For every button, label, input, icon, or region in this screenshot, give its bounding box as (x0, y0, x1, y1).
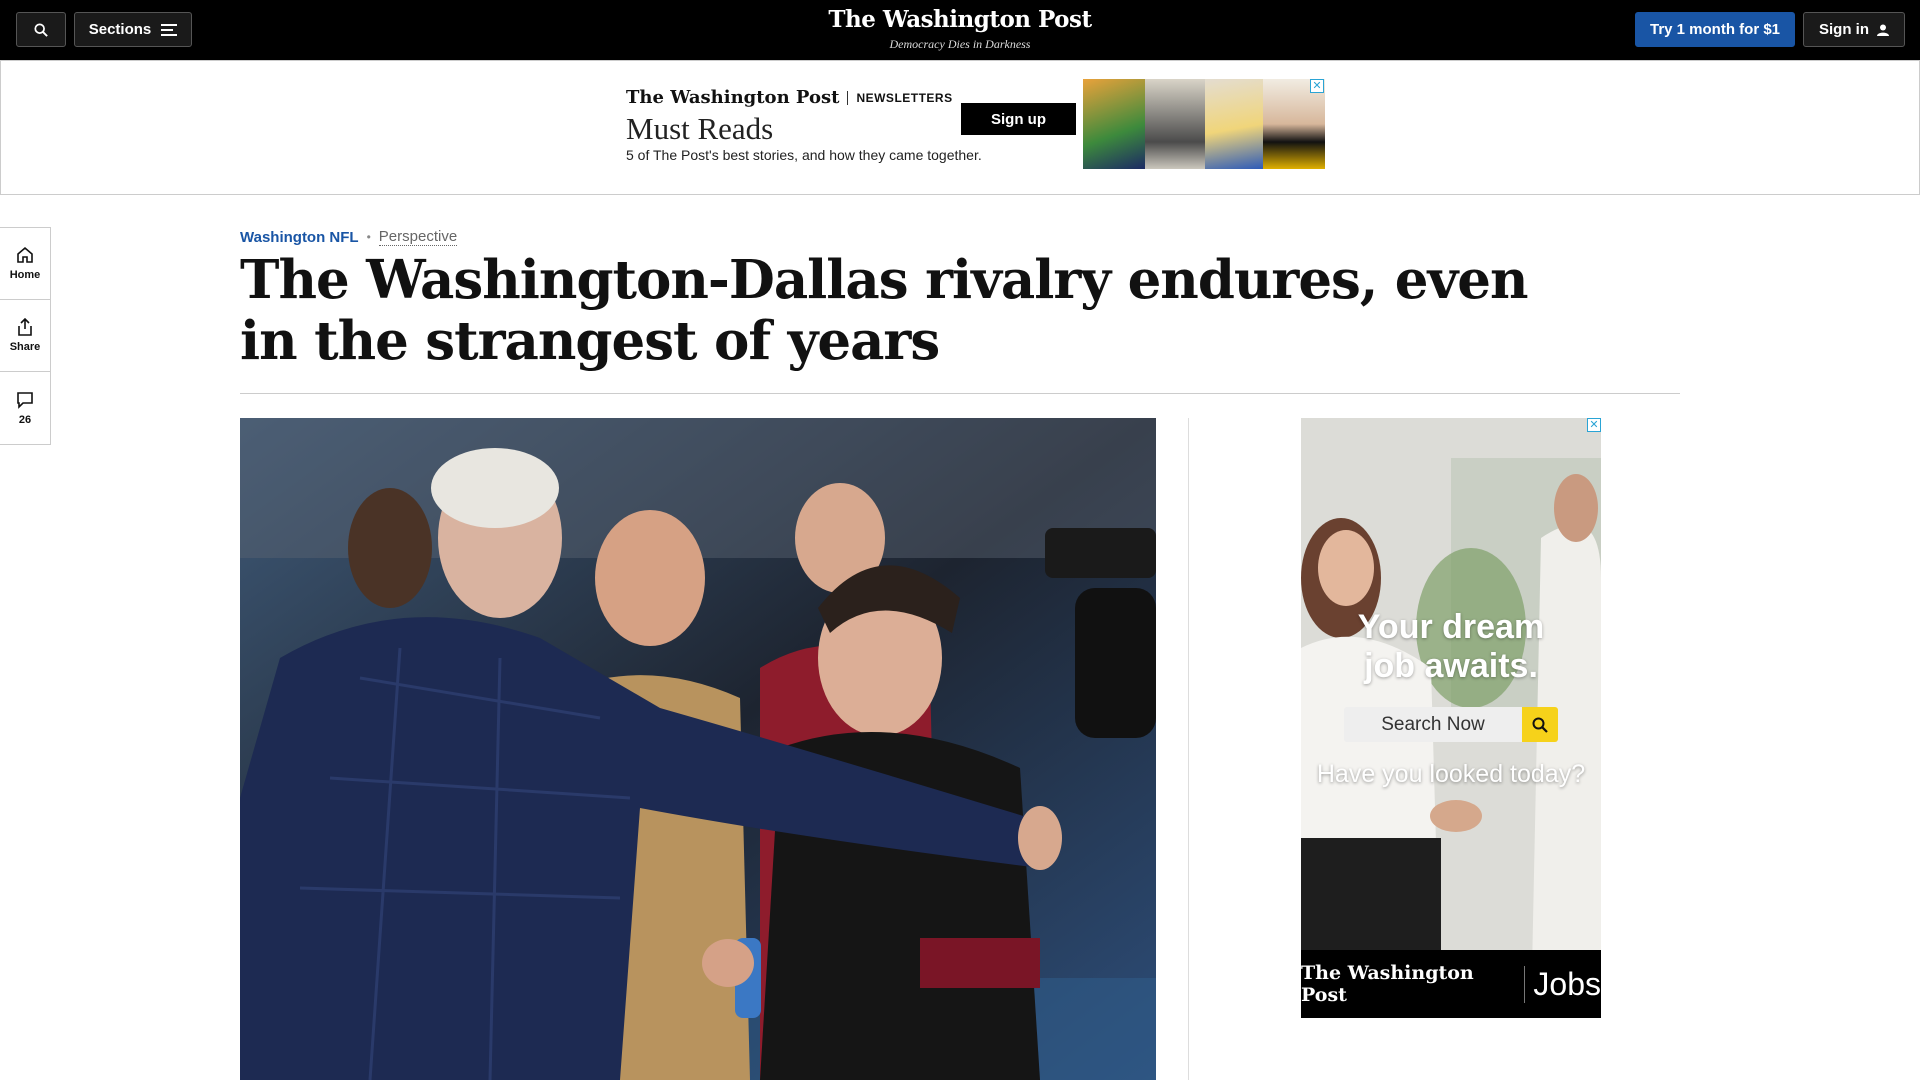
search-icon (1532, 717, 1548, 733)
jobs-ad-headline-line2: job awaits. (1364, 647, 1538, 685)
share-icon (18, 318, 32, 336)
masthead[interactable]: The Washington Post Democracy Dies in Da… (760, 6, 1160, 52)
jobs-ad-product: Jobs (1524, 965, 1601, 1003)
site-logo[interactable]: The Washington Post (760, 6, 1160, 33)
sections-button[interactable]: Sections (74, 12, 192, 47)
side-ad-close-icon[interactable]: ✕ (1587, 418, 1601, 432)
left-action-rail: Home Share 26 (0, 227, 51, 445)
column-divider (1188, 418, 1189, 1080)
jobs-ad-footer: The Washington Post Jobs (1301, 950, 1601, 1018)
lead-photo-illustration (240, 418, 1156, 1080)
home-icon (17, 246, 33, 263)
sign-in-button[interactable]: Sign in (1803, 12, 1905, 47)
jobs-side-ad[interactable]: ✕ Your dream job awaits. Search Now Have… (1301, 418, 1601, 1018)
sections-label: Sections (88, 21, 152, 38)
newsletter-logo: The Washington Post NEWSLETTERS (626, 87, 953, 108)
kicker-separator: • (366, 230, 371, 244)
article-lead-photo[interactable] (240, 418, 1156, 1080)
newsletter-ad-banner: The Washington Post NEWSLETTERS Must Rea… (0, 60, 1920, 195)
comments-button[interactable]: 26 (0, 372, 50, 444)
jobs-ad-headline: Your dream job awaits. (1301, 608, 1601, 686)
search-icon (34, 22, 48, 37)
newsletter-signup-button[interactable]: Sign up (961, 103, 1076, 135)
subscribe-button[interactable]: Try 1 month for $1 (1635, 12, 1795, 47)
article-kicker: Washington NFL • Perspective (240, 228, 458, 246)
home-label: Home (9, 269, 41, 281)
jobs-search-box[interactable]: Search Now (1344, 707, 1558, 742)
newsletter-logo-text: The Washington Post (626, 87, 840, 108)
newsletter-collage-image[interactable] (1083, 79, 1325, 169)
sign-in-label: Sign in (1819, 21, 1869, 38)
comment-icon (17, 391, 33, 409)
newsletter-badge: NEWSLETTERS (847, 90, 952, 105)
perspective-label[interactable]: Perspective (378, 228, 458, 246)
share-button[interactable]: Share (0, 300, 50, 372)
home-button[interactable]: Home (0, 228, 50, 300)
top-nav-bar: Sections The Washington Post Democracy D… (0, 0, 1920, 60)
jobs-ad-headline-line1: Your dream (1357, 608, 1545, 646)
newsletter-title: Must Reads (626, 111, 774, 146)
jobs-ad-question: Have you looked today? (1316, 760, 1586, 788)
menu-icon (161, 23, 178, 36)
article-headline: The Washington-Dallas rivalry endures, e… (240, 249, 1529, 372)
newsletter-subtitle: 5 of The Post's best stories, and how th… (626, 147, 982, 163)
jobs-search-label[interactable]: Search Now (1344, 707, 1522, 742)
jobs-search-button[interactable] (1522, 707, 1558, 742)
ad-close-icon[interactable]: ✕ (1310, 79, 1324, 93)
user-icon (1877, 24, 1889, 36)
jobs-ad-logo: The Washington Post (1301, 962, 1474, 1006)
headline-divider (240, 393, 1680, 394)
section-link[interactable]: Washington NFL (240, 229, 359, 246)
search-button[interactable] (16, 12, 66, 47)
share-label: Share (9, 341, 41, 353)
comments-count: 26 (18, 413, 32, 426)
site-tagline: Democracy Dies in Darkness (889, 37, 1031, 51)
